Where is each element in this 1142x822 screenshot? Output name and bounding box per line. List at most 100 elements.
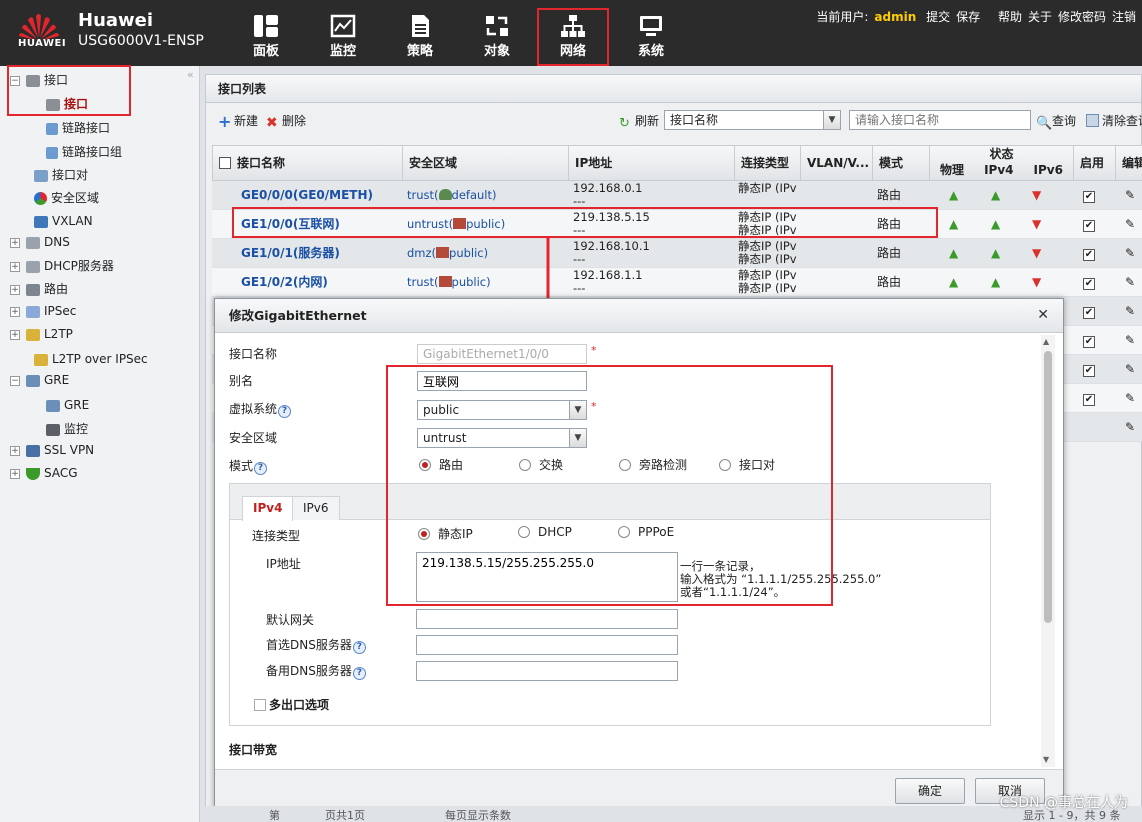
- nav-monitor[interactable]: 监控: [307, 10, 379, 64]
- ok-button[interactable]: 确定: [895, 778, 965, 804]
- sidebar-item-l2tp[interactable]: + L2TP: [10, 323, 73, 345]
- sidebar-item-sacg[interactable]: + SACG: [10, 462, 78, 484]
- sidebar-item-link-interface[interactable]: 链路接口: [46, 117, 110, 139]
- col-enable-header[interactable]: 启用: [1074, 146, 1116, 180]
- col-name-header[interactable]: 接口名称: [213, 146, 403, 180]
- scrollbar-thumb[interactable]: [1044, 351, 1052, 623]
- multi-exit-checkbox[interactable]: [254, 699, 266, 711]
- router-icon: [26, 283, 40, 296]
- change-password-link[interactable]: 修改密码: [1058, 10, 1106, 24]
- enable-checkbox[interactable]: ✔: [1083, 297, 1103, 326]
- query-button[interactable]: 🔍查询: [1036, 112, 1076, 131]
- search-input[interactable]: [849, 110, 1031, 130]
- refresh-button[interactable]: ↻ 刷新: [619, 112, 659, 131]
- col-ip-header[interactable]: IP地址: [569, 146, 735, 180]
- col-edit-header[interactable]: 编辑: [1116, 146, 1142, 180]
- sidebar-item-ipsec[interactable]: + IPSec: [10, 300, 76, 322]
- enable-checkbox[interactable]: ✔: [1083, 326, 1103, 355]
- interface-name-link[interactable]: GE1/0/2(内网): [241, 268, 328, 297]
- table-header: 接口名称 安全区域 IP地址 连接类型 VLAN/V... 模式 状态 物理 IP…: [212, 145, 1142, 181]
- edit-icon[interactable]: ✎: [1125, 268, 1141, 297]
- scroll-up-icon[interactable]: ▲: [1043, 337, 1049, 346]
- new-button[interactable]: + 新建: [218, 112, 258, 130]
- nav-object[interactable]: 对象: [461, 10, 533, 64]
- help-icon[interactable]: ?: [352, 641, 366, 654]
- table-row[interactable]: GE1/0/1(服务器) dmz(public) 192.168.10.1 ---…: [212, 239, 1142, 268]
- link-interface-icon: [46, 122, 58, 135]
- col-zone-header[interactable]: 安全区域: [403, 146, 569, 180]
- logout-link[interactable]: 注销: [1112, 10, 1136, 24]
- expand-icon[interactable]: +: [10, 468, 20, 479]
- close-icon[interactable]: ✕: [1037, 308, 1049, 322]
- edit-icon[interactable]: ✎: [1125, 326, 1141, 355]
- help-icon[interactable]: ?: [254, 462, 268, 475]
- expand-icon[interactable]: +: [10, 284, 20, 295]
- sidebar-item-gre-monitor[interactable]: 监控: [46, 418, 88, 440]
- sidebar-item-routing[interactable]: + 路由: [10, 278, 68, 300]
- delete-button[interactable]: ✖ 删除: [266, 112, 306, 130]
- conn-type-cell: 静态IP (IPv 静态IP (IPv: [738, 239, 797, 266]
- commit-link[interactable]: 提交: [926, 10, 950, 24]
- sidebar-item-gre[interactable]: GRE: [46, 394, 89, 416]
- col-mode-header[interactable]: 模式: [873, 146, 930, 180]
- enable-checkbox[interactable]: ✔: [1083, 210, 1103, 239]
- enable-checkbox[interactable]: ✔: [1083, 268, 1103, 297]
- edit-icon[interactable]: ✎: [1125, 297, 1141, 326]
- enable-checkbox[interactable]: ✔: [1083, 355, 1103, 384]
- col-vlan-header[interactable]: VLAN/V...: [801, 146, 873, 180]
- about-link[interactable]: 关于: [1028, 10, 1052, 24]
- multi-exit-toggle[interactable]: 多出口选项: [254, 696, 329, 713]
- sidebar-item-interface-pair[interactable]: 接口对: [34, 164, 88, 186]
- sidebar-item-security-zone[interactable]: 安全区域: [34, 187, 99, 209]
- nav-dashboard[interactable]: 面板: [230, 10, 302, 64]
- edit-icon[interactable]: ✎: [1125, 413, 1141, 442]
- select-all-checkbox[interactable]: [219, 157, 231, 169]
- scroll-down-icon[interactable]: ▼: [1043, 755, 1049, 764]
- edit-icon[interactable]: ✎: [1125, 239, 1141, 268]
- interface-name-link[interactable]: GE0/0/0(GE0/METH): [241, 181, 373, 210]
- clear-query-button[interactable]: 清除查询: [1086, 112, 1142, 129]
- expand-icon[interactable]: +: [10, 445, 20, 456]
- filter-field-select[interactable]: 接口名称 ▼: [664, 110, 841, 130]
- col-conn-type-header[interactable]: 连接类型: [735, 146, 801, 180]
- collapse-sidebar-icon[interactable]: «: [187, 68, 194, 81]
- dns1-input[interactable]: [416, 635, 678, 655]
- expand-icon[interactable]: +: [10, 261, 20, 272]
- pager-per-page: 每页显示条数: [445, 809, 511, 822]
- expand-icon[interactable]: +: [10, 329, 20, 340]
- tab-ipv4[interactable]: IPv4: [242, 496, 294, 521]
- table-row[interactable]: GE0/0/0(GE0/METH) trust(default) 192.168…: [212, 181, 1142, 210]
- help-icon[interactable]: ?: [278, 405, 292, 418]
- table-row[interactable]: GE1/0/2(内网) trust(public) 192.168.1.1 ---…: [212, 268, 1142, 297]
- dns2-input[interactable]: [416, 661, 678, 681]
- help-link[interactable]: 帮助: [998, 10, 1022, 24]
- edit-icon[interactable]: ✎: [1125, 181, 1141, 210]
- status-up-icon: ▲: [949, 188, 959, 202]
- gateway-input[interactable]: [416, 609, 678, 629]
- nav-network[interactable]: 网络: [537, 8, 609, 66]
- sidebar-item-dhcp-server[interactable]: + DHCP服务器: [10, 255, 114, 277]
- sidebar-item-gre-group[interactable]: − GRE: [10, 369, 69, 391]
- sidebar-item-dns[interactable]: + DNS: [10, 231, 70, 253]
- sidebar-item-ssl-vpn[interactable]: + SSL VPN: [10, 439, 94, 461]
- edit-icon[interactable]: ✎: [1125, 384, 1141, 413]
- save-link[interactable]: 保存: [956, 10, 980, 24]
- nav-system[interactable]: 系统: [615, 10, 687, 64]
- sidebar-item-l2tp-over-ipsec[interactable]: L2TP over IPSec: [34, 348, 148, 370]
- enable-checkbox[interactable]: ✔: [1083, 181, 1103, 210]
- expand-icon[interactable]: +: [10, 237, 20, 248]
- edit-icon[interactable]: ✎: [1125, 210, 1141, 239]
- edit-icon[interactable]: ✎: [1125, 355, 1141, 384]
- enable-checkbox[interactable]: ✔: [1083, 384, 1103, 413]
- enable-checkbox[interactable]: ✔: [1083, 239, 1103, 268]
- sidebar-item-link-interface-group[interactable]: 链路接口组: [46, 141, 122, 163]
- expand-icon[interactable]: +: [10, 306, 20, 317]
- help-icon[interactable]: ?: [352, 667, 366, 680]
- tab-ipv6[interactable]: IPv6: [292, 496, 340, 520]
- collapse-icon[interactable]: −: [10, 375, 20, 386]
- toolbar: +新建 ✖删除 ↻刷新 接口名称▼ 🔍查询 清除查询: [206, 105, 1142, 135]
- sidebar-item-vxlan[interactable]: VXLAN: [34, 210, 93, 232]
- interface-name-link[interactable]: GE1/0/1(服务器): [241, 239, 340, 268]
- dialog-scrollbar[interactable]: ▲ ▼: [1041, 335, 1055, 767]
- nav-policy[interactable]: 策略: [384, 10, 456, 64]
